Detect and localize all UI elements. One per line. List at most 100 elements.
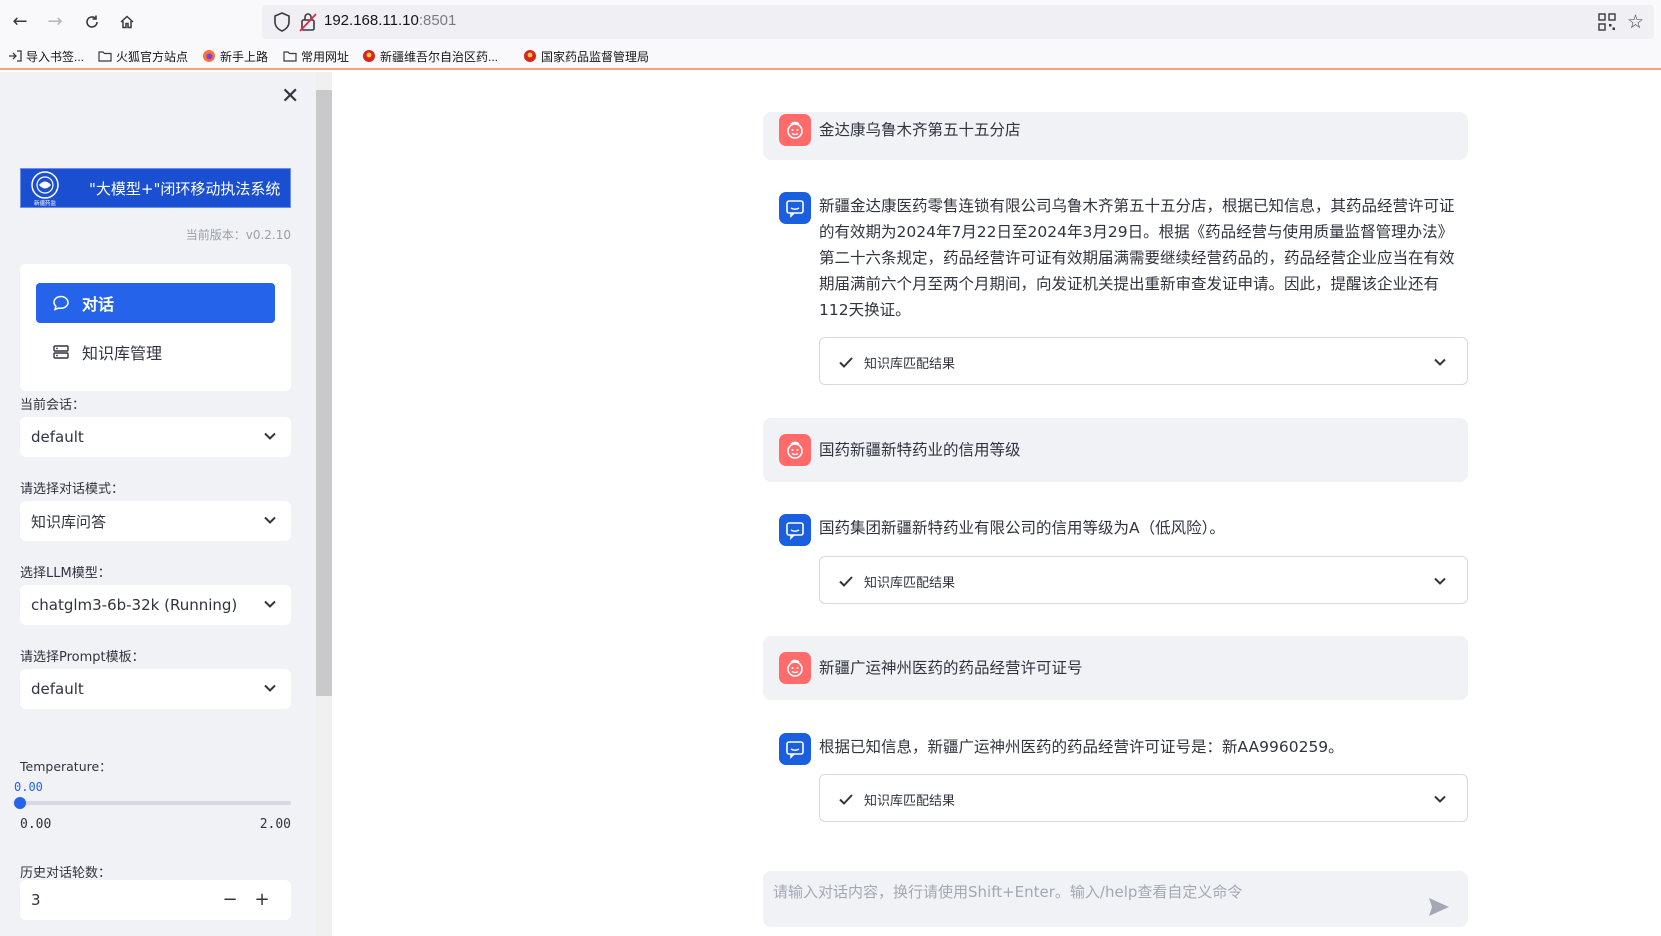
nav-menu: 对话 知识库管理 bbox=[20, 264, 291, 391]
app-logo-banner: 新疆药监 "大模型+"闭环移动执法系统 bbox=[20, 168, 291, 208]
temperature-min: 0.00 bbox=[20, 817, 52, 832]
increment-button[interactable]: + bbox=[251, 888, 273, 912]
app-title: "大模型+"闭环移动执法系统 bbox=[89, 179, 281, 198]
temperature-max: 2.00 bbox=[259, 817, 291, 832]
bookmark-firefox-official[interactable]: 火狐官方站点 bbox=[98, 46, 188, 66]
temperature-slider-track[interactable] bbox=[20, 801, 291, 805]
chat-message-user: 国药新疆新特药业的信用等级 bbox=[763, 418, 1468, 482]
mode-value: 知识库问答 bbox=[31, 512, 107, 531]
temperature-value: 0.00 bbox=[14, 780, 43, 794]
url-port: :8501 bbox=[418, 12, 457, 29]
temperature-slider-thumb[interactable] bbox=[14, 797, 26, 809]
user-avatar-icon bbox=[779, 114, 811, 146]
bookmark-label: 火狐官方站点 bbox=[116, 49, 189, 64]
message-text: 国药集团新疆新特药业有限公司的信用等级为A（低风险）。 bbox=[819, 519, 1225, 537]
session-label: 当前会话： bbox=[20, 398, 86, 413]
mode-select[interactable]: 知识库问答 bbox=[20, 501, 291, 541]
history-value[interactable]: 3 bbox=[31, 891, 41, 909]
sidebar-scrollbar-thumb[interactable] bbox=[316, 90, 332, 696]
chat-message-assistant: 新疆金达康医药零售连锁有限公司乌鲁木齐第五十五分店，根据已知信息，其药品经营许可… bbox=[763, 190, 1468, 390]
expander-label: 知识库匹配结果 bbox=[864, 794, 956, 809]
llm-select[interactable]: chatglm3-6b-32k (Running) bbox=[20, 585, 291, 625]
chevron-down-icon bbox=[1434, 795, 1446, 803]
llm-label: 选择LLM模型： bbox=[20, 566, 111, 581]
assistant-avatar-icon bbox=[779, 514, 811, 546]
bookmark-common-sites[interactable]: 常用网址 bbox=[283, 46, 349, 66]
chat-message-assistant: 根据已知信息，新疆广运神州医药的药品经营许可证号是：新AA9960259。 知识… bbox=[763, 731, 1468, 831]
sidebar: ✕ 新疆药监 "大模型+"闭环移动执法系统 当前版本：v0.2.10 对话 知识… bbox=[0, 72, 316, 936]
chat-message-user: 金达康乌鲁木齐第五十五分店 bbox=[763, 112, 1468, 160]
database-icon bbox=[53, 345, 69, 359]
kb-results-expander[interactable]: 知识库匹配结果 bbox=[819, 556, 1468, 604]
version-label: 当前版本：v0.2.10 bbox=[185, 228, 291, 242]
bookmark-label: 新疆维吾尔自治区药... bbox=[380, 49, 499, 64]
chevron-down-icon bbox=[264, 432, 276, 440]
chevron-down-icon bbox=[264, 600, 276, 608]
url-text[interactable]: 192.168.11.10:8501 bbox=[324, 12, 456, 29]
user-avatar-icon bbox=[779, 434, 811, 466]
assistant-avatar-icon bbox=[779, 192, 811, 224]
url-host: 192.168.11.10 bbox=[324, 12, 419, 29]
browser-toolbar: ← → 192.168.11.10:8501 ☆ bbox=[0, 0, 1661, 44]
logo-emblem-text: 新疆药监 bbox=[34, 199, 57, 207]
chevron-down-icon bbox=[1434, 358, 1446, 366]
shield-icon[interactable] bbox=[272, 11, 292, 33]
history-number-input[interactable]: 3 − + bbox=[20, 880, 291, 920]
message-text: 新疆广运神州医药的药品经营许可证号 bbox=[819, 659, 1083, 677]
bookmark-import[interactable]: 导入书签... bbox=[8, 46, 84, 66]
prompt-select[interactable]: default bbox=[20, 669, 291, 709]
bookmarks-bar: 导入书签... 火狐官方站点 新手上路 常用网址 新疆维吾尔自治区药... 国家… bbox=[0, 44, 1661, 70]
chat-input-placeholder: 请输入对话内容，换行请使用Shift+Enter。输入/help查看自定义命令 bbox=[773, 883, 1243, 901]
qr-code-icon[interactable] bbox=[1598, 13, 1616, 31]
check-icon bbox=[839, 357, 853, 368]
llm-value: chatglm3-6b-32k (Running) bbox=[31, 596, 238, 614]
history-label: 历史对话轮数： bbox=[20, 866, 112, 881]
bookmark-label: 新手上路 bbox=[220, 49, 269, 64]
session-select[interactable]: default bbox=[20, 417, 291, 457]
bookmark-label: 常用网址 bbox=[301, 49, 350, 64]
nav-item-label: 对话 bbox=[82, 295, 115, 314]
prompt-value: default bbox=[31, 680, 84, 698]
kb-results-expander[interactable]: 知识库匹配结果 bbox=[819, 337, 1468, 385]
bookmark-getting-started[interactable]: 新手上路 bbox=[202, 46, 268, 66]
close-icon[interactable]: ✕ bbox=[281, 86, 299, 108]
check-icon bbox=[839, 576, 853, 587]
forward-icon[interactable]: → bbox=[41, 8, 69, 36]
message-text: 国药新疆新特药业的信用等级 bbox=[819, 441, 1021, 459]
check-icon bbox=[839, 794, 853, 805]
nav-item-chat[interactable]: 对话 bbox=[36, 283, 275, 323]
bookmark-label: 导入书签... bbox=[26, 49, 85, 64]
firefox-icon bbox=[203, 50, 215, 62]
national-emblem-icon bbox=[524, 50, 536, 62]
message-text: 新疆金达康医药零售连锁有限公司乌鲁木齐第五十五分店，根据已知信息，其药品经营许可… bbox=[819, 197, 1455, 319]
expander-label: 知识库匹配结果 bbox=[864, 576, 956, 591]
message-text: 金达康乌鲁木齐第五十五分店 bbox=[819, 121, 1021, 139]
url-bar[interactable]: 192.168.11.10:8501 ☆ bbox=[262, 5, 1654, 39]
folder-icon bbox=[283, 51, 297, 62]
home-icon[interactable] bbox=[113, 8, 141, 36]
chevron-down-icon bbox=[264, 684, 276, 692]
expander-label: 知识库匹配结果 bbox=[864, 357, 956, 372]
send-icon[interactable] bbox=[1428, 897, 1450, 917]
chevron-down-icon bbox=[1434, 577, 1446, 585]
kb-results-expander[interactable]: 知识库匹配结果 bbox=[819, 774, 1468, 822]
prompt-label: 请选择Prompt模板： bbox=[20, 650, 145, 665]
bookmark-nmpa[interactable]: 国家药品监督管理局 bbox=[523, 46, 649, 66]
nav-item-label: 知识库管理 bbox=[82, 344, 163, 363]
chat-bubble-icon bbox=[53, 295, 69, 311]
decrement-button[interactable]: − bbox=[219, 888, 241, 912]
chat-input[interactable]: 请输入对话内容，换行请使用Shift+Enter。输入/help查看自定义命令 bbox=[763, 871, 1468, 927]
bookmark-xinjiang-drug[interactable]: 新疆维吾尔自治区药... bbox=[362, 46, 498, 66]
insecure-lock-icon[interactable] bbox=[298, 11, 318, 33]
national-emblem-icon bbox=[363, 50, 375, 62]
import-icon bbox=[9, 50, 22, 62]
user-avatar-icon bbox=[779, 652, 811, 684]
mode-label: 请选择对话模式： bbox=[20, 482, 125, 497]
bookmark-label: 国家药品监督管理局 bbox=[541, 49, 650, 64]
folder-icon bbox=[98, 51, 112, 62]
back-icon[interactable]: ← bbox=[6, 8, 34, 36]
reload-icon[interactable] bbox=[78, 8, 106, 36]
bookmark-star-icon[interactable]: ☆ bbox=[1627, 11, 1644, 33]
chat-message-user: 新疆广运神州医药的药品经营许可证号 bbox=[763, 636, 1468, 700]
nav-item-knowledge-base[interactable]: 知识库管理 bbox=[36, 332, 275, 372]
